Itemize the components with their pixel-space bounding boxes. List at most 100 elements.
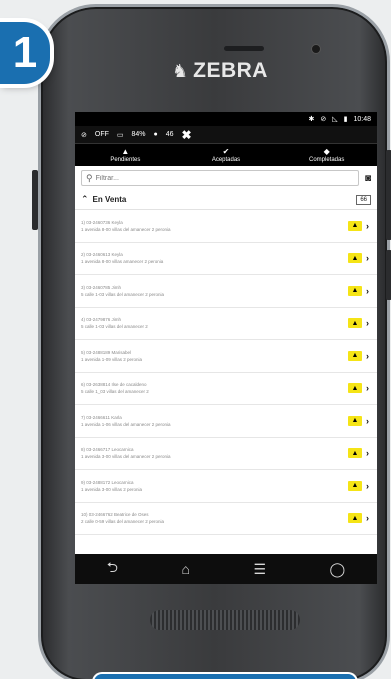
list-item-text: 8) 03-2466717 Leocarnica 1 avenida 3-00 … bbox=[81, 446, 348, 460]
chevron-right-icon[interactable]: › bbox=[366, 383, 369, 393]
camera-icon[interactable]: ◙ bbox=[365, 173, 371, 184]
tab-label: Aceptadas bbox=[211, 156, 241, 163]
list-item-text: 7) 03-2466611 Karla 1 avenida 1-06 villa… bbox=[81, 414, 348, 428]
chevron-right-icon[interactable]: › bbox=[366, 221, 369, 231]
close-icon[interactable]: ✖ bbox=[182, 128, 192, 142]
list-item-address: 2 calle 0-59 villas del amanecer 2 peron… bbox=[81, 519, 165, 525]
list-item[interactable]: 8) 03-2466717 Leocarnica 1 avenida 3-00 … bbox=[75, 438, 377, 470]
signal-icon: ◺ bbox=[332, 116, 338, 123]
list-item-address: 5 calle 1_03 villas del amanecer 2 bbox=[81, 389, 149, 395]
list-item-text: 1) 03-2460736 Keyla 1 avenida 8-00 villa… bbox=[81, 219, 348, 233]
device-power-button bbox=[386, 250, 391, 300]
brand-logo: ♞ ZEBRA bbox=[172, 58, 282, 84]
list-item-title: 10) 03-2466762 Beatrice de Oses bbox=[81, 512, 149, 518]
list-item-address: 1 avenida 3-00 villas 2 peronia bbox=[81, 486, 143, 492]
list-item-text: 9) 03-2488172 Leocarnica 1 avenida 3-00 … bbox=[81, 479, 348, 493]
warning-icon: ▲ bbox=[348, 285, 362, 296]
tab-label: Pendientes bbox=[110, 156, 141, 163]
tab-pendientes[interactable]: ▲ Pendientes bbox=[75, 144, 176, 166]
search-key-icon[interactable]: ◯ bbox=[330, 561, 346, 578]
search-icon: ⚲ bbox=[86, 172, 93, 183]
step-badge: 1 bbox=[0, 22, 50, 84]
battery-icon: ▮ bbox=[343, 116, 348, 123]
list-item-text: 5) 03-2488189 Marisabel 1 avenida 1-09 v… bbox=[81, 349, 348, 363]
list-item-title: 7) 03-2466611 Karla bbox=[81, 414, 122, 420]
front-camera bbox=[311, 44, 321, 54]
tab-aceptadas[interactable]: ✔ Aceptadas bbox=[176, 144, 277, 166]
list-item[interactable]: 6) 03-2638814 Ilse de cacaldeno 5 calle … bbox=[75, 373, 377, 405]
user-count: 46 bbox=[165, 131, 174, 138]
brand-text: ZEBRA bbox=[193, 59, 268, 82]
list-item-title: 1) 03-2460736 Keyla bbox=[81, 219, 123, 225]
home-icon[interactable]: ⌂ bbox=[181, 561, 189, 577]
warning-icon: ▲ bbox=[348, 448, 362, 459]
chevron-right-icon[interactable]: › bbox=[366, 448, 369, 458]
gps-status: OFF bbox=[94, 131, 109, 138]
chevron-right-icon[interactable]: › bbox=[366, 513, 369, 523]
chevron-right-icon[interactable]: › bbox=[366, 318, 369, 328]
section-title: En Venta bbox=[92, 195, 127, 204]
chevron-right-icon[interactable]: › bbox=[366, 481, 369, 491]
system-status-bar: ✱ ⊘ ◺ ▮ 10:48 bbox=[75, 112, 377, 126]
list-item-text: 10) 03-2466762 Beatrice de Oses 2 calle … bbox=[81, 511, 348, 525]
list-item[interactable]: 2) 03-2460613 Keyla 1 avenida 8-00 villa… bbox=[75, 243, 377, 275]
warning-icon: ▲ bbox=[121, 146, 130, 156]
tab-label: Completadas bbox=[309, 156, 345, 163]
chevron-right-icon[interactable]: › bbox=[366, 286, 369, 296]
list-item-title: 6) 03-2638814 Ilse de cacaldeno bbox=[81, 382, 147, 388]
list-item-text: 3) 03-2460785 Jimh 5 calle 1-03 villas d… bbox=[81, 284, 348, 298]
menu-icon[interactable]: ☰ bbox=[253, 561, 266, 578]
item-list: 1) 03-2460736 Keyla 1 avenida 8-00 villa… bbox=[75, 210, 377, 535]
list-item-title: 3) 03-2460785 Jimh bbox=[81, 284, 122, 290]
speaker-grille bbox=[150, 610, 300, 630]
list-item-title: 4) 03-2479876 Jimh bbox=[81, 317, 122, 323]
list-item-text: 4) 03-2479876 Jimh 5 calle 1-03 villas d… bbox=[81, 316, 348, 330]
list-item-address: 5 calle 1-03 villas del amanecer 2 peron… bbox=[81, 291, 165, 297]
list-item[interactable]: 10) 03-2466762 Beatrice de Oses 2 calle … bbox=[75, 503, 377, 535]
section-count: 66 bbox=[356, 194, 371, 205]
earpiece-speaker bbox=[224, 46, 264, 51]
warning-icon: ▲ bbox=[348, 383, 362, 394]
back-icon[interactable]: ⮌ bbox=[107, 557, 118, 581]
list-item-title: 2) 03-2460613 Keyla bbox=[81, 252, 123, 258]
tab-completadas[interactable]: ◆ Completadas bbox=[276, 144, 377, 166]
list-item-title: 9) 03-2488172 Leocarnica bbox=[81, 479, 134, 485]
warning-icon: ▲ bbox=[348, 513, 362, 524]
list-item-address: 1 avenida 8-00 villas amanecer 2 peronia bbox=[81, 259, 164, 265]
search-input[interactable] bbox=[95, 174, 358, 182]
list-item-title: 8) 03-2466717 Leocarnica bbox=[81, 447, 134, 453]
tab-bar: ▲ Pendientes ✔ Aceptadas ◆ Completadas bbox=[75, 144, 377, 166]
list-item[interactable]: 9) 03-2488172 Leocarnica 1 avenida 3-00 … bbox=[75, 470, 377, 503]
warning-icon: ▲ bbox=[348, 415, 362, 426]
list-item[interactable]: 4) 03-2479876 Jimh 5 calle 1-03 villas d… bbox=[75, 308, 377, 340]
bluetooth-icon: ✱ bbox=[308, 116, 315, 123]
chevron-right-icon[interactable]: › bbox=[366, 253, 369, 263]
chevron-up-icon: ⌃ bbox=[81, 194, 89, 204]
list-item-text: 6) 03-2638814 Ilse de cacaldeno 5 calle … bbox=[81, 381, 348, 395]
caption-tab bbox=[92, 672, 358, 679]
clock: 10:48 bbox=[353, 115, 371, 123]
list-item-text: 2) 03-2460613 Keyla 1 avenida 8-00 villa… bbox=[81, 251, 348, 265]
list-item-address: 1 avenida 8-00 villas del amanecer 2 per… bbox=[81, 226, 171, 232]
chevron-right-icon[interactable]: › bbox=[366, 351, 369, 361]
list-item[interactable]: 7) 03-2466611 Karla 1 avenida 1-06 villa… bbox=[75, 405, 377, 438]
list-item[interactable]: 3) 03-2460785 Jimh 5 calle 1-03 villas d… bbox=[75, 275, 377, 308]
section-header[interactable]: ⌃ En Venta 66 bbox=[75, 190, 377, 210]
chevron-right-icon[interactable]: › bbox=[366, 416, 369, 426]
battery-level-icon: ▭ bbox=[116, 131, 124, 139]
warning-icon: ▲ bbox=[348, 253, 362, 264]
warning-icon: ▲ bbox=[348, 480, 362, 491]
search-box: ⚲ bbox=[81, 170, 359, 186]
do-not-disturb-icon: ⊘ bbox=[320, 116, 327, 123]
list-item[interactable]: 1) 03-2460736 Keyla 1 avenida 8-00 villa… bbox=[75, 210, 377, 243]
battery-level: 84% bbox=[131, 131, 146, 138]
app-screen: ✱ ⊘ ◺ ▮ 10:48 ⊘ OFF ▭ 84% ● 46 ✖ ▲ Pendi… bbox=[75, 112, 377, 554]
list-item-address: 1 avenida 1-06 villas del amanecer 2 per… bbox=[81, 421, 171, 427]
search-row: ⚲ ◙ bbox=[75, 166, 377, 190]
check-icon: ✔ bbox=[222, 146, 230, 156]
warning-icon: ▲ bbox=[348, 350, 362, 361]
android-nav-bar: ⮌ ⌂ ☰ ◯ bbox=[75, 554, 377, 584]
user-icon: ● bbox=[153, 131, 158, 138]
list-item[interactable]: 5) 03-2488189 Marisabel 1 avenida 1-09 v… bbox=[75, 340, 377, 373]
list-item-title: 5) 03-2488189 Marisabel bbox=[81, 349, 132, 355]
